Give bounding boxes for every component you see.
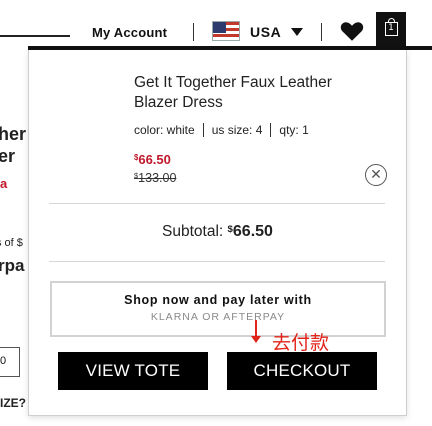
bg-afterpay-fragment: rpa <box>0 256 25 275</box>
bg-installments-fragment: s of $ <box>0 237 23 249</box>
pay-later-providers: KLARNA OR AFTERPAY <box>150 311 286 323</box>
header-divider <box>321 23 322 41</box>
tote-button[interactable]: 1 <box>376 12 406 46</box>
remove-item-button[interactable]: ✕ <box>365 164 387 186</box>
cart-item-attributes: color: white us size: 4 qty: 1 <box>134 123 309 137</box>
bg-quantity-input[interactable]: 0 <box>0 347 20 377</box>
cart-item-size: us size: 4 <box>211 123 263 137</box>
divider <box>49 261 385 262</box>
search-field-underline[interactable] <box>0 35 70 37</box>
subtotal: Subtotal: $66.50 <box>29 223 406 241</box>
close-icon: ✕ <box>370 166 382 182</box>
pay-later-headline: Shop now and pay later with <box>124 293 312 307</box>
heart-icon[interactable] <box>339 18 365 44</box>
checkout-button[interactable]: CHECKOUT <box>227 352 377 390</box>
header-divider <box>193 23 194 41</box>
my-account-link[interactable]: My Account <box>92 25 167 40</box>
bg-product-title-fragment: er <box>0 146 16 166</box>
country-selector[interactable]: USA <box>250 24 281 40</box>
attribute-divider <box>202 123 204 137</box>
checkout-annotation: 去付款 <box>272 332 330 354</box>
attribute-divider <box>270 123 272 137</box>
bg-price-fragment: a <box>0 176 8 191</box>
subtotal-label: Subtotal: <box>162 223 224 240</box>
mini-cart-dropdown: Get It Together Faux Leather Blazer Dres… <box>28 50 407 416</box>
bg-product-title-fragment: her <box>0 124 27 144</box>
cart-item-color: color: white <box>134 123 195 137</box>
tote-count-badge: 1 <box>388 23 394 33</box>
annotation-arrowhead-icon <box>251 336 261 343</box>
view-tote-button[interactable]: VIEW TOTE <box>58 352 208 390</box>
pay-later-banner[interactable]: Shop now and pay later with KLARNA OR AF… <box>50 281 386 337</box>
bg-size-guide-fragment[interactable]: IZE? <box>0 396 26 410</box>
cart-item-qty: qty: 1 <box>279 123 309 137</box>
divider <box>49 203 385 204</box>
cart-item-sale-price: $66.50 <box>134 152 171 167</box>
cart-item-title[interactable]: Get It Together Faux Leather Blazer Dres… <box>134 73 374 113</box>
subtotal-amount: $66.50 <box>227 223 273 240</box>
site-header: My Account USA 1 <box>0 0 432 50</box>
us-flag-icon[interactable] <box>212 21 240 41</box>
caret-down-icon[interactable] <box>291 28 303 36</box>
cart-item-original-price: $133.00 <box>134 171 177 185</box>
